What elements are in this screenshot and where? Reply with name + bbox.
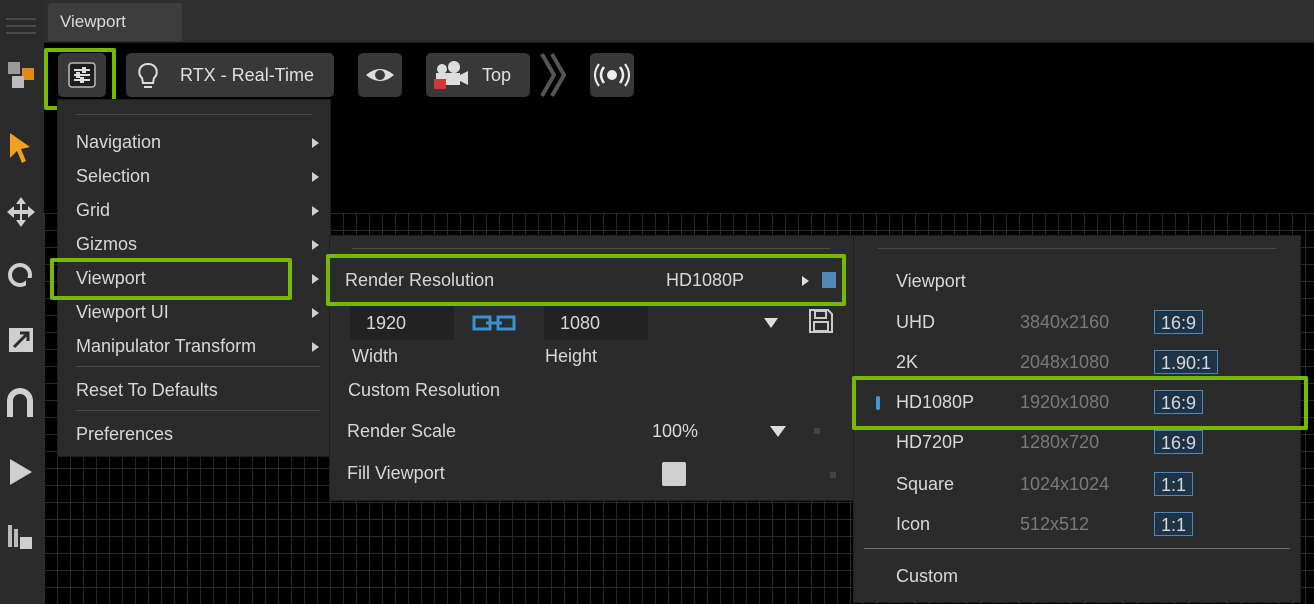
menu-item-manipulator-transform[interactable]: Manipulator Transform xyxy=(76,336,256,357)
save-icon[interactable] xyxy=(808,308,834,334)
menu-item-navigation[interactable]: Navigation xyxy=(76,132,161,153)
menu-item-grid[interactable]: Grid xyxy=(76,200,110,221)
broadcast-button[interactable] xyxy=(590,53,634,97)
preset-hd720p-size: 1280x720 xyxy=(1020,432,1100,452)
chevron-down-icon[interactable] xyxy=(764,318,778,328)
create-icon[interactable] xyxy=(4,55,38,95)
preset-square-ratio: 1:1 xyxy=(1154,472,1194,496)
chevron-right-icon xyxy=(312,172,319,182)
render-scale-value[interactable]: 100% xyxy=(652,421,698,442)
preset-square-size: 1024x1024 xyxy=(1020,474,1110,494)
preset-2k-size: 2048x1080 xyxy=(1020,352,1110,372)
expand-chevron-icon[interactable] xyxy=(538,52,568,98)
reset-dot[interactable] xyxy=(830,472,836,478)
eye-icon xyxy=(366,69,394,81)
reset-dot[interactable] xyxy=(814,428,820,434)
tab-bar xyxy=(44,0,1314,43)
broadcast-icon xyxy=(594,63,630,87)
menu-item-selection[interactable]: Selection xyxy=(76,166,150,187)
snap-icon[interactable] xyxy=(4,384,38,424)
menu-separator xyxy=(76,114,312,115)
fill-viewport-checkbox[interactable] xyxy=(662,462,686,486)
preset-icon-ratio: 1:1 xyxy=(1154,512,1194,536)
tab-viewport[interactable]: Viewport xyxy=(48,3,182,41)
preset-icon-name[interactable]: Icon xyxy=(896,514,930,535)
toolbar-grip[interactable] xyxy=(6,32,36,34)
menu-separator xyxy=(76,410,320,411)
chevron-right-icon xyxy=(312,342,319,352)
layers-icon[interactable] xyxy=(4,518,38,558)
link-aspect-icon[interactable] xyxy=(472,314,516,332)
width-field[interactable]: 1920 xyxy=(350,306,454,340)
preset-icon-size: 512x512 xyxy=(1020,514,1090,534)
width-label: Width xyxy=(352,346,399,366)
custom-resolution-label: Custom Resolution xyxy=(348,380,501,400)
visibility-button[interactable] xyxy=(358,53,402,97)
chevron-right-icon xyxy=(312,240,319,250)
preset-hd720p-name[interactable]: HD720P xyxy=(896,432,964,453)
toolbar-grip[interactable] xyxy=(6,18,36,20)
renderer-label: RTX - Real-Time xyxy=(180,65,315,85)
menu-item-gizmos[interactable]: Gizmos xyxy=(76,234,137,255)
preset-uhd-ratio: 16:9 xyxy=(1154,310,1204,334)
left-toolbar xyxy=(0,0,45,604)
renderer-button[interactable]: RTX - Real-Time xyxy=(126,53,334,97)
chevron-right-icon xyxy=(312,308,319,318)
menu-item-reset-defaults[interactable]: Reset To Defaults xyxy=(76,380,218,401)
presets-header: Viewport xyxy=(896,271,966,291)
scale-icon[interactable] xyxy=(4,320,38,360)
menu-separator xyxy=(352,248,830,249)
menu-item-preferences[interactable]: Preferences xyxy=(76,424,173,445)
render-scale-label: Render Scale xyxy=(347,421,457,441)
chevron-right-icon xyxy=(312,206,319,216)
preset-2k-ratio: 1.90:1 xyxy=(1154,350,1219,374)
chevron-right-icon xyxy=(312,274,319,284)
preset-uhd-name[interactable]: UHD xyxy=(896,312,935,333)
play-icon[interactable] xyxy=(4,452,38,492)
preset-uhd-size: 3840x2160 xyxy=(1020,312,1110,332)
menu-separator xyxy=(878,248,1276,249)
camera-label: Top xyxy=(482,65,512,85)
toolbar-grip[interactable] xyxy=(6,25,36,27)
camera-button[interactable]: Top xyxy=(426,53,530,97)
camera-lock-icon xyxy=(434,61,468,89)
viewport-item-highlight xyxy=(50,258,292,300)
preset-square-name[interactable]: Square xyxy=(896,474,954,495)
render-resolution-highlight xyxy=(326,254,846,306)
rotate-icon[interactable] xyxy=(4,255,38,295)
menu-separator xyxy=(76,366,320,367)
chevron-down-icon[interactable] xyxy=(770,426,786,437)
preset-custom[interactable]: Custom xyxy=(896,566,958,587)
lightbulb-icon xyxy=(138,62,158,88)
height-field[interactable]: 1080 xyxy=(544,306,648,340)
menu-item-viewport-ui[interactable]: Viewport UI xyxy=(76,302,169,323)
preset-2k-name[interactable]: 2K xyxy=(896,352,918,373)
move-icon[interactable] xyxy=(4,192,38,232)
select-arrow-icon[interactable] xyxy=(4,128,38,168)
preset-hd720p-ratio: 16:9 xyxy=(1154,430,1204,454)
hd1080p-highlight xyxy=(852,376,1308,430)
menu-separator xyxy=(864,548,1290,549)
fill-viewport-label: Fill Viewport xyxy=(347,463,445,483)
chevron-right-icon xyxy=(312,138,319,148)
height-label: Height xyxy=(545,346,598,366)
